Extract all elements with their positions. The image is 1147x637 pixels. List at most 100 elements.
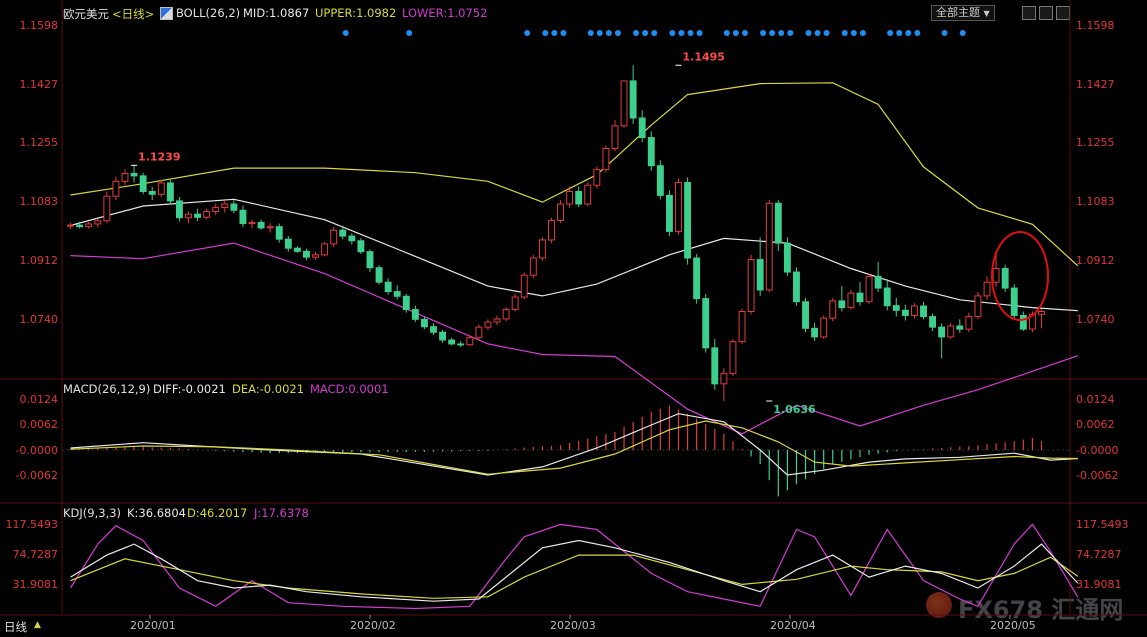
candle-body bbox=[502, 309, 510, 320]
candle-body bbox=[312, 254, 319, 258]
kdj-j-line bbox=[69, 523, 1079, 610]
extreme-label: 1.1495 bbox=[683, 50, 725, 63]
candle-body bbox=[711, 347, 719, 385]
candle-body bbox=[947, 325, 955, 338]
candle-body bbox=[1019, 314, 1027, 330]
candle-body bbox=[529, 257, 537, 276]
candle-body bbox=[647, 137, 655, 167]
candle-body bbox=[139, 175, 147, 193]
forex-chart-window: 欧元美元 <日线> BOLL(26,2) MID:1.0867 UPPER:1.… bbox=[0, 0, 1147, 637]
event-dot bbox=[723, 30, 730, 36]
candle-body bbox=[67, 224, 74, 227]
macd-diff-line bbox=[70, 413, 1078, 476]
candle-body bbox=[883, 287, 891, 307]
candle-body bbox=[157, 182, 165, 195]
event-dot bbox=[524, 30, 531, 36]
candle-body bbox=[983, 281, 991, 297]
extreme-label: 1.1239 bbox=[138, 150, 180, 163]
macd-dea-line bbox=[70, 420, 1078, 475]
candle-body bbox=[584, 184, 592, 205]
event-dot bbox=[406, 30, 413, 36]
candle-body bbox=[929, 316, 937, 328]
candle-body bbox=[892, 305, 900, 311]
event-dot bbox=[769, 30, 776, 36]
candle-body bbox=[847, 292, 855, 309]
candle-body bbox=[402, 295, 410, 311]
candle-body bbox=[420, 318, 428, 328]
candle-body bbox=[384, 281, 392, 293]
event-dot bbox=[732, 30, 739, 36]
candle-body bbox=[221, 203, 229, 209]
candle-body bbox=[257, 221, 265, 229]
event-dot bbox=[814, 30, 821, 36]
event-dot bbox=[905, 30, 912, 36]
candle-body bbox=[629, 80, 637, 119]
candle-body bbox=[439, 331, 447, 341]
event-dot bbox=[669, 30, 676, 36]
event-dot bbox=[687, 30, 694, 36]
candle-body bbox=[693, 257, 701, 300]
event-dot bbox=[633, 30, 640, 36]
candle-body bbox=[203, 210, 211, 218]
candle-body bbox=[738, 311, 746, 343]
candle-body bbox=[557, 203, 564, 221]
candle-body bbox=[874, 275, 882, 289]
candle-body bbox=[239, 209, 247, 225]
event-dot bbox=[941, 30, 948, 36]
event-dot bbox=[841, 30, 848, 36]
candle-body bbox=[638, 117, 646, 139]
candle-body bbox=[357, 240, 365, 253]
candle-body bbox=[511, 296, 519, 311]
candle-body bbox=[656, 165, 664, 196]
candle-body bbox=[148, 191, 156, 195]
candle-body bbox=[974, 295, 982, 318]
candle-body bbox=[411, 309, 419, 320]
candle-body bbox=[793, 271, 800, 303]
candle-body bbox=[266, 226, 274, 229]
candle-body bbox=[783, 242, 791, 273]
candle-body bbox=[457, 343, 465, 346]
candle-body bbox=[366, 251, 374, 269]
candle-body bbox=[212, 207, 220, 212]
chart-svg: 1.1239 1.1495 1.0636 bbox=[0, 0, 1147, 619]
kdj-k-line bbox=[70, 539, 1079, 602]
event-dot bbox=[896, 30, 903, 36]
event-dot bbox=[823, 30, 830, 36]
candle-body bbox=[230, 203, 238, 211]
event-dot bbox=[651, 30, 658, 36]
candle-body bbox=[130, 173, 138, 177]
candle-body bbox=[720, 373, 728, 385]
candle-body bbox=[293, 247, 301, 252]
event-dot bbox=[642, 30, 649, 36]
candle-body bbox=[802, 301, 809, 329]
candle-body bbox=[493, 318, 501, 323]
candle-body bbox=[756, 259, 764, 291]
event-dot bbox=[560, 30, 567, 36]
event-dot bbox=[587, 30, 594, 36]
candle-body bbox=[838, 300, 846, 309]
candle-body bbox=[520, 274, 528, 298]
event-dot bbox=[959, 30, 966, 36]
kdj-d-line bbox=[70, 554, 1079, 599]
candle-body bbox=[747, 259, 755, 313]
event-dot bbox=[914, 30, 921, 36]
candle-body bbox=[956, 325, 964, 330]
candle-body bbox=[85, 223, 93, 228]
event-dot bbox=[760, 30, 767, 36]
candle-body bbox=[910, 305, 918, 316]
candle-body bbox=[466, 337, 474, 346]
candle-body bbox=[566, 191, 574, 205]
event-dot bbox=[787, 30, 794, 36]
candle-body bbox=[575, 191, 583, 205]
candle-body bbox=[729, 341, 737, 375]
candle-body bbox=[166, 182, 174, 202]
candle-body bbox=[1001, 268, 1009, 289]
candle-body bbox=[484, 321, 492, 328]
candle-body bbox=[321, 243, 329, 256]
candle-body bbox=[938, 326, 946, 338]
candle-body bbox=[330, 229, 338, 245]
candle-body bbox=[284, 238, 292, 249]
event-dot bbox=[850, 30, 857, 36]
event-dot bbox=[805, 30, 812, 36]
event-dot bbox=[887, 30, 894, 36]
